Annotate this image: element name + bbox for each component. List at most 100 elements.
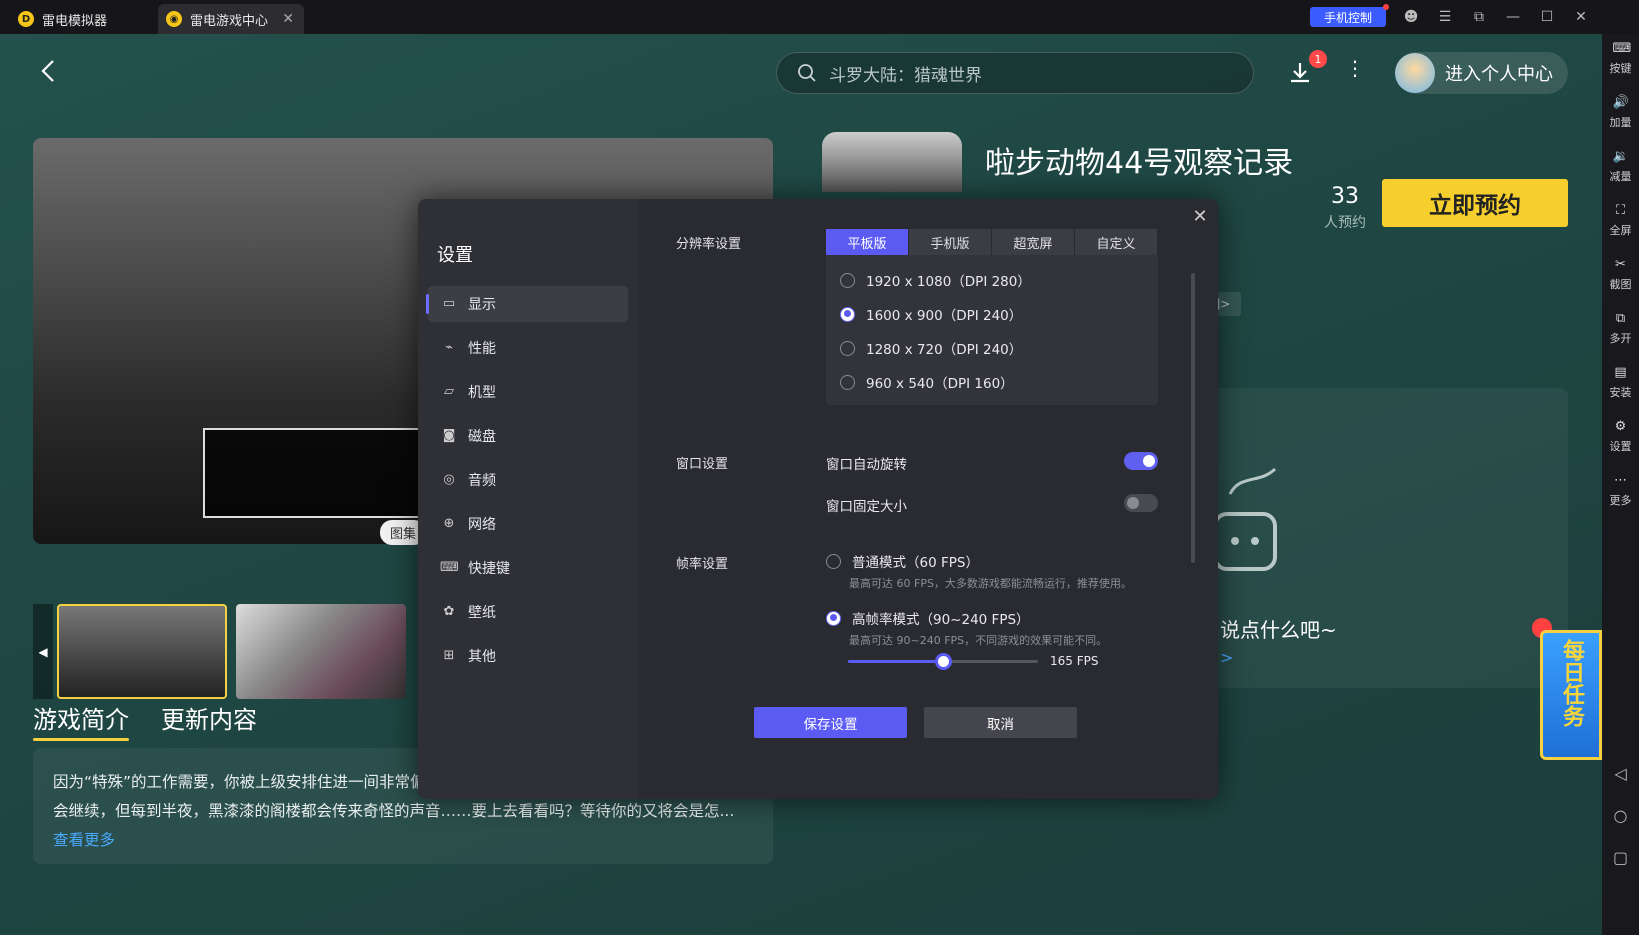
- toolbar-more[interactable]: ⋯ 更多: [1602, 474, 1639, 508]
- tab-game-intro[interactable]: 游戏简介: [33, 700, 129, 741]
- resolution-option[interactable]: 1600 x 900（DPI 240）: [840, 304, 1022, 324]
- scrollbar[interactable]: [1191, 273, 1195, 563]
- fps-normal-option[interactable]: 普通模式（60 FPS）: [826, 551, 979, 571]
- game-title: 啦步动物44号观察记录: [985, 146, 1294, 181]
- resolution-section-label: 分辨率设置: [676, 237, 742, 252]
- settings-menu-hotkeys[interactable]: ⌨ 快捷键: [428, 550, 628, 586]
- fps-high-option[interactable]: 高帧率模式（90~240 FPS）: [826, 608, 1030, 628]
- search-bar[interactable]: 斗罗大陆：猎魂世界: [776, 52, 1254, 94]
- tab-update-content[interactable]: 更新内容: [161, 700, 257, 735]
- toolbar-label: 按键: [1609, 62, 1632, 75]
- resolution-option-label: 1600 x 900（DPI 240）: [866, 308, 1023, 324]
- settings-menu-other[interactable]: ⊞ 其他: [428, 638, 628, 674]
- resolution-option-label: 1920 x 1080（DPI 280）: [866, 274, 1031, 290]
- radio-button-selected[interactable]: [826, 610, 841, 626]
- maximize-icon[interactable]: ☐: [1538, 8, 1556, 26]
- window-section-label: 窗口设置: [676, 457, 729, 472]
- res-tab-custom[interactable]: 自定义: [1075, 229, 1157, 255]
- daily-task-label: 每日任务: [1559, 639, 1584, 727]
- scissors-icon: ✂: [1615, 257, 1626, 272]
- reserve-count: 33: [1331, 184, 1359, 209]
- close-dialog-icon[interactable]: ✕: [1190, 207, 1210, 227]
- daily-task-button[interactable]: 每日任务: [1540, 630, 1602, 760]
- save-settings-button[interactable]: 保存设置: [754, 707, 907, 738]
- settings-menu-wallpaper[interactable]: ✿ 壁纸: [428, 594, 628, 630]
- settings-menu-display[interactable]: ▭ 显示: [426, 286, 628, 322]
- phone-control-button[interactable]: 手机控制: [1310, 4, 1389, 27]
- settings-sidebar: 设置 ▭ 显示 ⌁ 性能 ▱ 机型 ◙ 磁盘 ◎ 音频 ⊕ 网络 ⌨ 快捷键 ✿ 壁纸 ⊞ 其他: [418, 199, 638, 799]
- user-avatar-icon[interactable]: ☻: [1402, 8, 1420, 26]
- fps-slider-handle[interactable]: [935, 653, 952, 670]
- toggle-knob: [1127, 497, 1139, 509]
- fps-slider-fill: [848, 660, 943, 663]
- radio-button[interactable]: [840, 272, 855, 288]
- nav-back-icon[interactable]: ◁: [1602, 764, 1639, 783]
- gamepad-icon: ◎: [443, 472, 455, 487]
- resolution-option[interactable]: 1920 x 1080（DPI 280）: [840, 270, 1031, 290]
- settings-dialog: 设置 ▭ 显示 ⌁ 性能 ▱ 机型 ◙ 磁盘 ◎ 音频 ⊕ 网络 ⌨ 快捷键 ✿ 壁纸 ⊞ 其他 …: [418, 199, 1218, 799]
- more-options-icon[interactable]: ⋮: [1345, 56, 1365, 86]
- cancel-button[interactable]: 取消: [924, 707, 1077, 738]
- reserve-button[interactable]: 立即预约: [1382, 179, 1568, 227]
- restore-window-icon[interactable]: ⧉: [1470, 8, 1488, 26]
- auto-rotate-toggle[interactable]: [1124, 452, 1158, 470]
- res-tab-phone[interactable]: 手机版: [909, 229, 991, 255]
- res-tab-tablet[interactable]: 平板版: [826, 229, 908, 255]
- fps-high-desc: 最高可达 90~240 FPS，不同游戏的效果可能不同。: [849, 634, 1108, 647]
- toolbar-keymap[interactable]: ⌨ 按键: [1602, 42, 1639, 76]
- right-toolbar: ⌨ 按键 🔊 加量 🔉 减量 ⛶ 全屏 ✂ 截图 ⧉ 多开 ▤ 安装 ⚙ 设置 ⋯ 更多 ◁ ○ …: [1602, 34, 1639, 935]
- back-button[interactable]: [36, 58, 62, 84]
- toolbar-install[interactable]: ▤ 安装: [1602, 366, 1639, 400]
- gear-icon: ⚙: [1614, 419, 1627, 434]
- chat-bubble-icon: [1213, 467, 1277, 571]
- fullscreen-icon: ⛶: [1615, 203, 1626, 218]
- close-tab-icon[interactable]: ✕: [282, 11, 294, 27]
- minimize-icon[interactable]: —: [1504, 8, 1522, 26]
- toolbar-label: 更多: [1609, 494, 1632, 507]
- toolbar-settings[interactable]: ⚙ 设置: [1602, 420, 1639, 454]
- menu-icon[interactable]: ☰: [1436, 8, 1454, 26]
- resolution-option-label: 960 x 540（DPI 160）: [866, 376, 1014, 392]
- toolbar-fullscreen[interactable]: ⛶ 全屏: [1602, 204, 1639, 238]
- keyboard-icon: ⌨: [440, 560, 459, 575]
- radio-button-selected[interactable]: [840, 306, 855, 322]
- settings-menu-disk[interactable]: ◙ 磁盘: [428, 418, 628, 454]
- settings-menu-model[interactable]: ▱ 机型: [428, 374, 628, 410]
- thumbnail-2[interactable]: [236, 604, 406, 699]
- settings-menu-audio[interactable]: ◎ 音频: [428, 462, 628, 498]
- fps-normal-desc: 最高可达 60 FPS，大多数游戏都能流畅运行，推荐使用。: [849, 577, 1132, 590]
- nav-recent-icon[interactable]: ▢: [1602, 848, 1639, 867]
- toolbar-volume-up[interactable]: 🔊 加量: [1602, 96, 1639, 130]
- fps-slider[interactable]: [848, 653, 1038, 670]
- close-window-icon[interactable]: ✕: [1572, 8, 1590, 26]
- resolution-option[interactable]: 960 x 540（DPI 160）: [840, 372, 1014, 392]
- toolbar-label: 多开: [1609, 332, 1632, 345]
- settings-menu-network[interactable]: ⊕ 网络: [428, 506, 628, 542]
- tab-game-center[interactable]: ◉ 雷电游戏中心 ✕: [158, 4, 304, 34]
- user-center-button[interactable]: 进入个人中心: [1395, 52, 1568, 94]
- radio-button[interactable]: [826, 553, 841, 569]
- nav-home-icon[interactable]: ○: [1602, 806, 1639, 825]
- keyboard-icon: ⌨: [1612, 41, 1632, 56]
- settings-menu-performance[interactable]: ⌁ 性能: [428, 330, 628, 366]
- resolution-option[interactable]: 1280 x 720（DPI 240）: [840, 338, 1022, 358]
- fps-normal-label: 普通模式（60 FPS）: [852, 555, 979, 571]
- radio-button[interactable]: [840, 374, 855, 390]
- radio-button[interactable]: [840, 340, 855, 356]
- menu-label: 快捷键: [468, 561, 510, 577]
- more-icon: ⋯: [1614, 473, 1627, 488]
- see-more-link[interactable]: 查看更多: [53, 831, 115, 849]
- search-placeholder: 斗罗大陆：猎魂世界: [829, 65, 982, 86]
- tab-emulator[interactable]: D 雷电模拟器: [14, 4, 154, 34]
- monitor-icon: ▭: [442, 296, 456, 311]
- title-bar: D 雷电模拟器 ◉ 雷电游戏中心 ✕ 手机控制 ☻ ☰ ⧉ — ☐ ✕: [0, 0, 1639, 34]
- toolbar-screenshot[interactable]: ✂ 截图: [1602, 258, 1639, 292]
- res-tab-ultrawide[interactable]: 超宽屏: [992, 229, 1074, 255]
- fixed-size-toggle[interactable]: [1124, 494, 1158, 512]
- toolbar-volume-down[interactable]: 🔉 减量: [1602, 150, 1639, 184]
- thumbnail-prev-arrow-icon[interactable]: ◀: [33, 604, 53, 699]
- toolbar-multi-instance[interactable]: ⧉ 多开: [1602, 312, 1639, 346]
- menu-label: 机型: [468, 385, 496, 401]
- thumbnail-1[interactable]: [57, 604, 227, 699]
- comment-link[interactable]: >: [1220, 648, 1233, 667]
